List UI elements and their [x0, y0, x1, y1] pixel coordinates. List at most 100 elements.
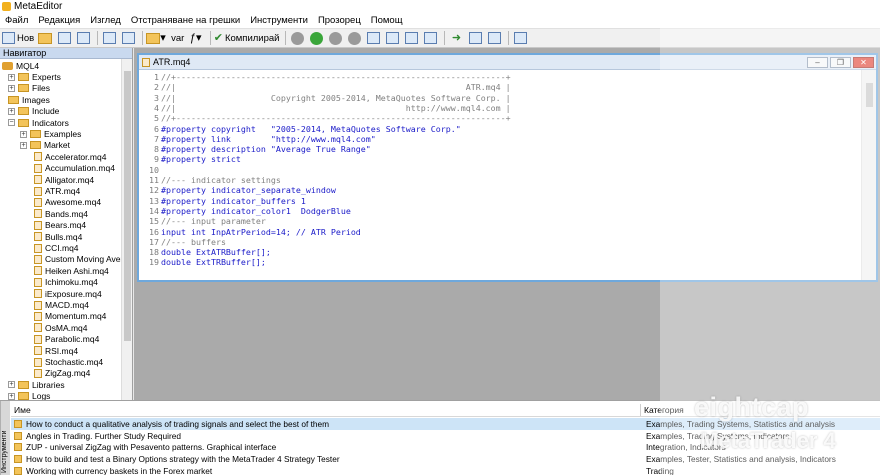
- tree-item-label: Stochastic.mq4: [45, 357, 104, 368]
- tree-file[interactable]: OsMA.mq4: [34, 322, 88, 333]
- article-row[interactable]: How to conduct a qualitative analysis of…: [11, 418, 880, 430]
- tree-file[interactable]: iExposure.mq4: [34, 288, 102, 299]
- article-name: How to conduct a qualitative analysis of…: [26, 418, 330, 429]
- tree-folder-libraries[interactable]: + Libraries: [8, 379, 65, 390]
- mq4-file-icon: [34, 277, 42, 287]
- insert-button[interactable]: ▾: [146, 31, 166, 46]
- expand-icon[interactable]: +: [20, 141, 27, 149]
- start-debug-button[interactable]: [308, 31, 324, 46]
- tree-file[interactable]: Bears.mq4: [34, 220, 86, 231]
- collapse-icon[interactable]: −: [8, 119, 15, 127]
- article-icon: [14, 419, 22, 428]
- navigator-toggle-button[interactable]: [101, 31, 117, 46]
- menu-window[interactable]: Прозорец: [313, 15, 366, 26]
- scrollbar-thumb[interactable]: [124, 71, 131, 341]
- var-button[interactable]: var: [169, 31, 185, 46]
- scrollbar-thumb[interactable]: [866, 83, 873, 107]
- save-button[interactable]: [56, 31, 72, 46]
- tree-file[interactable]: RSI.mq4: [34, 345, 78, 356]
- minimize-button[interactable]: –: [807, 57, 828, 68]
- tree-folder-include[interactable]: + Include: [8, 106, 59, 117]
- toolbox-toggle-button[interactable]: [120, 31, 136, 46]
- toolbox-side-tab[interactable]: Инструменти: [0, 401, 10, 475]
- menu-file[interactable]: Файл: [0, 15, 33, 26]
- expand-icon[interactable]: +: [8, 73, 15, 81]
- tree-file[interactable]: Bulls.mq4: [34, 231, 82, 242]
- menu-help[interactable]: Помощ: [366, 15, 408, 26]
- line-number: 5: [154, 113, 159, 124]
- tree-file[interactable]: Stochastic.mq4: [34, 356, 103, 367]
- tree-file[interactable]: Bands.mq4: [34, 208, 88, 219]
- stop-button[interactable]: [346, 31, 362, 46]
- terminal-icon: [513, 32, 527, 44]
- tree-folder-images[interactable]: Images: [8, 94, 50, 105]
- toolbox-panel-icon: [121, 32, 135, 44]
- mq4-file-icon: [34, 175, 42, 185]
- expand-icon[interactable]: +: [8, 381, 15, 389]
- go-button[interactable]: ➜: [448, 31, 464, 46]
- folder-icon: [18, 73, 29, 82]
- tree-file[interactable]: CCI.mq4: [34, 242, 79, 253]
- new-button[interactable]: Нов: [2, 31, 34, 46]
- menu-view[interactable]: Изглед: [85, 15, 126, 26]
- step-over-button[interactable]: [384, 31, 400, 46]
- navigator-scrollbar[interactable]: [121, 59, 132, 400]
- line-number: 13: [149, 195, 159, 206]
- column-category-header[interactable]: Категория: [640, 404, 684, 416]
- tree-file[interactable]: Awesome.mq4: [34, 197, 101, 208]
- tree-folder-files[interactable]: + Files: [8, 83, 50, 94]
- tree-file[interactable]: ATR.mq4: [34, 185, 80, 196]
- article-row[interactable]: How to build and test a Binary Options s…: [11, 453, 880, 465]
- code-line: 11//--- indicator settings: [139, 175, 281, 185]
- tree-item-label: RSI.mq4: [45, 345, 79, 356]
- restore-button[interactable]: ❐: [830, 57, 851, 68]
- menu-debug[interactable]: Отстраняване на грешки: [126, 15, 245, 26]
- tree-file[interactable]: Heiken Ashi.mq4: [34, 265, 109, 276]
- copy-button[interactable]: [467, 31, 483, 46]
- play-icon: [309, 31, 323, 45]
- open-button[interactable]: [37, 31, 53, 46]
- expand-icon[interactable]: +: [8, 392, 15, 400]
- pause-button[interactable]: [327, 31, 343, 46]
- breakpoint-button[interactable]: [422, 31, 438, 46]
- tree-file[interactable]: MACD.mq4: [34, 299, 89, 310]
- tree-root-mql4[interactable]: MQL4: [2, 60, 39, 71]
- tree-file[interactable]: Momentum.mq4: [34, 311, 106, 322]
- editor-scrollbar[interactable]: [861, 70, 876, 280]
- tree-folder-experts[interactable]: + Experts: [8, 71, 61, 82]
- article-row[interactable]: Working with currency baskets in the For…: [11, 465, 880, 475]
- tree-file[interactable]: Accumulation.mq4: [34, 163, 115, 174]
- tree-folder-logs[interactable]: + Logs: [8, 391, 50, 400]
- debug-gear-button[interactable]: [289, 31, 305, 46]
- function-button[interactable]: ƒ ▾: [188, 31, 204, 46]
- tree-file[interactable]: Custom Moving Avera: [34, 254, 128, 265]
- tree-folder-market[interactable]: + Market: [20, 140, 70, 151]
- tree-file[interactable]: Accelerator.mq4: [34, 151, 106, 162]
- tree-file[interactable]: Alligator.mq4: [34, 174, 94, 185]
- step-into-button[interactable]: [365, 31, 381, 46]
- expand-icon[interactable]: +: [8, 107, 15, 115]
- mq4-file-icon: [34, 346, 42, 356]
- expand-icon[interactable]: +: [8, 84, 15, 92]
- article-row[interactable]: Angles in Trading. Further Study Require…: [11, 430, 880, 442]
- tree-folder-examples[interactable]: + Examples: [20, 128, 81, 139]
- expand-icon[interactable]: +: [20, 130, 27, 138]
- save-all-button[interactable]: [75, 31, 91, 46]
- tree-folder-indicators[interactable]: − Indicators: [8, 117, 69, 128]
- compile-button[interactable]: ✔ Компилирай: [214, 31, 280, 46]
- mq4-file-icon: [34, 163, 42, 173]
- terminal-button[interactable]: [512, 31, 528, 46]
- tree-file[interactable]: ZigZag.mq4: [34, 368, 90, 379]
- code-editor[interactable]: 1//+------------------------------------…: [139, 70, 860, 280]
- article-row[interactable]: ZUP - universal ZigZag with Pesavento pa…: [11, 442, 880, 454]
- paste-button[interactable]: [486, 31, 502, 46]
- tree-file[interactable]: Parabolic.mq4: [34, 334, 99, 345]
- column-name-header[interactable]: Име: [11, 404, 640, 416]
- tree-file[interactable]: Ichimoku.mq4: [34, 277, 98, 288]
- menu-tools[interactable]: Инструменти: [245, 15, 313, 26]
- step-out-button[interactable]: [403, 31, 419, 46]
- close-button[interactable]: ✕: [853, 57, 874, 68]
- tree-item-label: Libraries: [32, 379, 65, 390]
- code-text: //--- input parameter: [161, 216, 266, 227]
- menu-edit[interactable]: Редакция: [33, 15, 85, 26]
